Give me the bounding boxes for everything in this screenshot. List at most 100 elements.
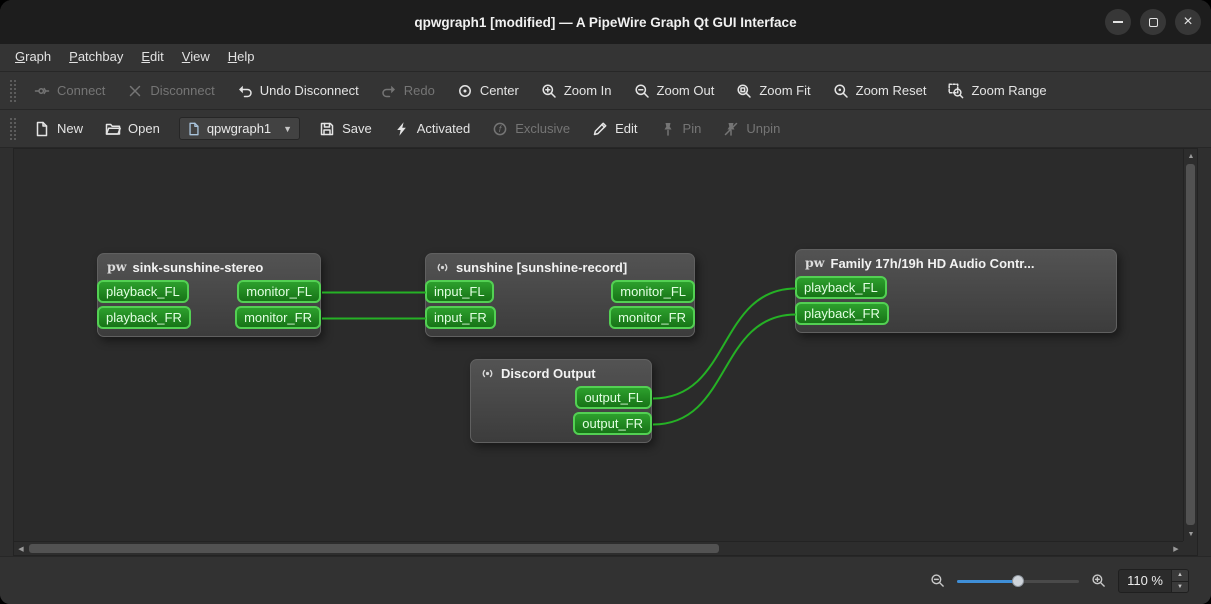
port-output_FR[interactable]: output_FR [573, 412, 652, 435]
port-monitor_FR[interactable]: monitor_FR [235, 306, 321, 329]
toolbar-drag-handle[interactable] [10, 117, 16, 140]
minimize-button[interactable] [1105, 9, 1131, 35]
vertical-scrollbar[interactable]: ▲ ▼ [1183, 149, 1197, 541]
horizontal-scroll-thumb[interactable] [29, 544, 719, 553]
exclusive-icon: f [492, 121, 508, 137]
horizontal-scrollbar[interactable]: ◀ ▶ [14, 541, 1183, 555]
scroll-up-icon[interactable]: ▲ [1184, 149, 1197, 163]
open-folder-icon [105, 121, 121, 137]
connections-layer [322, 287, 797, 426]
zoom-spinbox[interactable]: 110 % ▲ ▼ [1118, 568, 1189, 593]
disconnect-icon [127, 83, 143, 99]
pin-button[interactable]: Pin [649, 114, 713, 144]
zoom-fit-button[interactable]: Zoom Fit [725, 76, 821, 106]
zoom-in-button[interactable]: Zoom In [530, 76, 623, 106]
undo-icon [237, 83, 253, 99]
zoom-out-mini-icon [931, 574, 944, 587]
menu-graph[interactable]: Graph [6, 44, 60, 71]
exclusive-button[interactable]: f Exclusive [481, 114, 581, 144]
node-title: Family 17h/19h HD Audio Contr... [830, 256, 1035, 271]
toolbar-drag-handle[interactable] [10, 79, 16, 102]
port-monitor_FL[interactable]: monitor_FL [237, 280, 321, 303]
center-icon [457, 83, 473, 99]
graph-node-family-hd-audio[interactable]: pw Family 17h/19h HD Audio Contr... playba… [795, 249, 1117, 333]
port-playback_FL[interactable]: playback_FL [795, 276, 887, 299]
port-monitor_FL[interactable]: monitor_FL [611, 280, 695, 303]
unpin-label: Unpin [746, 121, 781, 136]
maximize-button[interactable] [1140, 9, 1166, 35]
zoom-fit-icon [736, 83, 752, 99]
vertical-scroll-thumb[interactable] [1186, 164, 1195, 525]
zoom-slider[interactable] [957, 574, 1080, 588]
zoom-slider-fill [957, 579, 1019, 583]
zoom-spin-down[interactable]: ▼ [1172, 580, 1188, 592]
port-monitor_FR[interactable]: monitor_FR [609, 306, 695, 329]
undo-disconnect-button[interactable]: Undo Disconnect [226, 76, 370, 106]
scroll-down-icon[interactable]: ▼ [1184, 527, 1197, 541]
zoom-range-button[interactable]: Zoom Range [937, 76, 1057, 106]
disconnect-label: Disconnect [150, 83, 215, 98]
patchbay-file-icon [187, 122, 201, 136]
patchbay-combo[interactable]: qpwgraph1 ▼ [178, 117, 301, 140]
port-input_FL[interactable]: input_FL [425, 280, 494, 303]
disconnect-button[interactable]: Disconnect [116, 76, 225, 106]
statusbar: 110 % ▲ ▼ [0, 556, 1211, 604]
menu-patchbay[interactable]: Patchbay [60, 44, 132, 71]
menu-help[interactable]: Help [219, 44, 264, 71]
activated-bolt-icon [394, 121, 410, 137]
zoom-spin-arrows: ▲ ▼ [1171, 569, 1188, 592]
scrollbar-corner [1183, 541, 1197, 555]
statusbar-zoom-in-button[interactable] [1091, 573, 1106, 588]
redo-button[interactable]: Redo [370, 76, 446, 106]
edit-pencil-icon [592, 121, 608, 137]
zoom-reset-button[interactable]: Zoom Reset [822, 76, 938, 106]
zoom-spin-up[interactable]: ▲ [1172, 569, 1188, 581]
activated-button[interactable]: Activated [383, 114, 481, 144]
graph-node-sink-sunshine-stereo[interactable]: pw sink-sunshine-stereo playback_FL playbac… [97, 253, 321, 337]
menu-view[interactable]: View [173, 44, 219, 71]
window-title: qpwgraph1 [modified] — A PipeWire Graph … [414, 14, 797, 30]
save-button[interactable]: Save [308, 114, 383, 144]
port-playback_FR[interactable]: playback_FR [795, 302, 889, 325]
connect-label: Connect [57, 83, 106, 98]
node-title: Discord Output [501, 366, 596, 381]
center-button[interactable]: Center [446, 76, 530, 106]
app-window: qpwgraph1 [modified] — A PipeWire Graph … [0, 0, 1211, 604]
new-button[interactable]: New [23, 114, 94, 144]
maximize-icon [1148, 17, 1158, 27]
chevron-down-icon: ▼ [283, 123, 293, 134]
zoom-reset-icon [833, 83, 849, 99]
node-title: sunshine [sunshine-record] [456, 260, 628, 275]
zoom-slider-handle[interactable] [1012, 574, 1025, 587]
pin-icon [660, 121, 676, 137]
port-input_FR[interactable]: input_FR [425, 306, 496, 329]
open-button[interactable]: Open [94, 114, 171, 144]
zoom-value[interactable]: 110 % [1119, 573, 1171, 588]
connect-icon [34, 83, 50, 99]
undo-label: Undo Disconnect [259, 83, 359, 98]
port-output_FL[interactable]: output_FL [575, 386, 652, 409]
unpin-icon [723, 121, 739, 137]
graph-node-sunshine[interactable]: sunshine [sunshine-record] input_FL input_… [425, 253, 695, 337]
port-playback_FL[interactable]: playback_FL [97, 280, 189, 303]
unpin-button[interactable]: Unpin [712, 114, 791, 144]
titlebar[interactable]: qpwgraph1 [modified] — A PipeWire Graph … [0, 0, 1211, 44]
menu-edit[interactable]: Edit [132, 44, 172, 71]
open-label: Open [128, 121, 160, 136]
statusbar-zoom-out-button[interactable] [930, 573, 945, 588]
scroll-left-icon[interactable]: ◀ [14, 542, 28, 555]
scroll-right-icon[interactable]: ▶ [1169, 542, 1183, 555]
connect-button[interactable]: Connect [23, 76, 116, 106]
toolbar-main: Connect Disconnect Undo Disconnect Redo … [0, 72, 1211, 110]
new-label: New [57, 121, 84, 136]
graph-node-discord-output[interactable]: Discord Output output_FL output_FR [470, 359, 652, 443]
graph-canvas[interactable]: ▲ ▼ ◀ ▶ pw sink-sunshine-stereo playback_F… [13, 148, 1198, 556]
zoom-in-mini-icon [1092, 574, 1105, 587]
port-playback_FR[interactable]: playback_FR [97, 306, 191, 329]
audio-app-icon [480, 366, 495, 381]
close-button[interactable]: × [1175, 9, 1201, 35]
edit-button[interactable]: Edit [581, 114, 648, 144]
zoom-out-button[interactable]: Zoom Out [623, 76, 726, 106]
minimize-icon [1113, 21, 1123, 23]
svg-text:f: f [499, 124, 503, 134]
